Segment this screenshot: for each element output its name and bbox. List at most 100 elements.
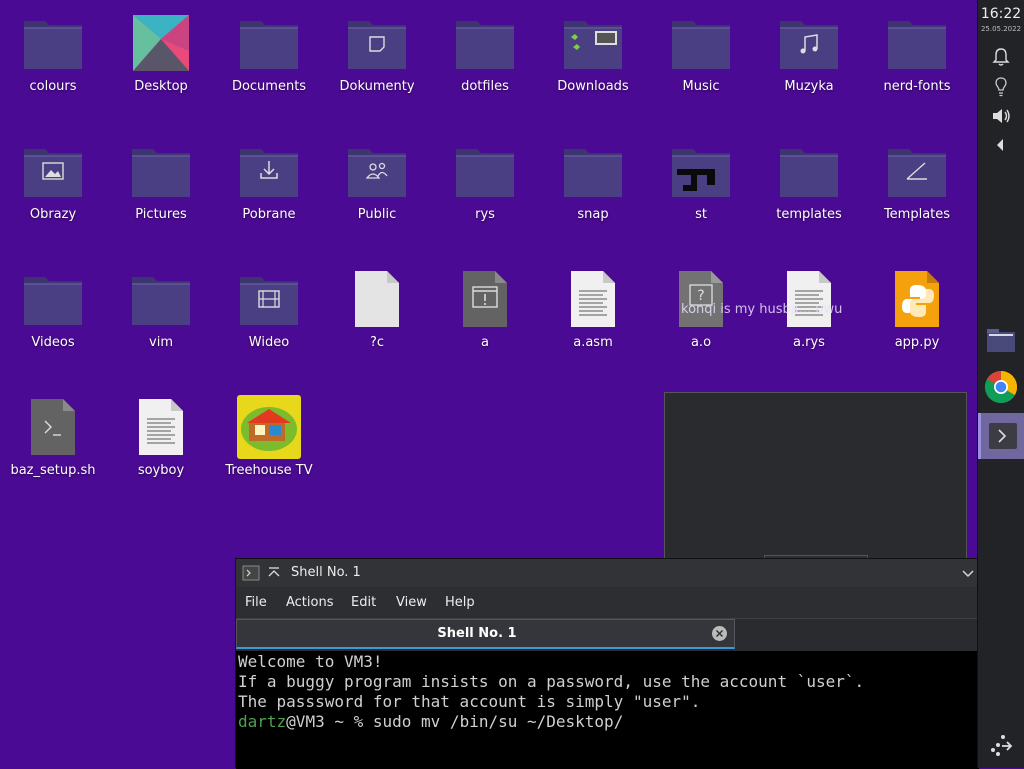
folder-icon [21,267,85,331]
desktop-icon[interactable]: Public [323,131,431,251]
desktop-icon-label: Pobrane [242,207,296,222]
desktop-icon-label: Wideo [248,335,290,350]
desktop-icon[interactable]: Muzyka [755,3,863,123]
bell-icon[interactable] [989,46,1013,68]
file-text-icon [777,267,841,331]
folder-icon [21,11,85,75]
clock-time[interactable]: 16:22 [978,6,1024,22]
desktop-icon-label: Treehouse TV [225,463,313,478]
chrome-icon[interactable] [984,370,1018,404]
folder-document-icon [345,11,409,75]
menu-file[interactable]: File [245,595,267,610]
desktop-icon[interactable]: baz_setup.sh [0,387,107,507]
desktop-icon-label: nerd-fonts [883,79,951,94]
window-preview[interactable] [664,392,967,562]
folder-icon [777,139,841,203]
terminal-output[interactable]: Welcome to VM3! If a buggy program insist… [236,651,979,769]
file-manager-task-icon[interactable] [984,324,1018,358]
terminal-menubar [236,587,979,617]
menu-actions[interactable]: Actions [286,595,334,610]
file-text-icon [129,395,193,459]
arrow-left-icon[interactable] [989,134,1013,156]
app-launcher-icon[interactable] [989,732,1015,758]
desktop-icon[interactable]: snap [539,131,647,251]
desktop-icon[interactable]: a.rys [755,259,863,379]
terminal-tabbar: Shell No. 1 [236,618,979,651]
desktop-icon[interactable]: soyboy [107,387,215,507]
terminal-app-icon[interactable] [242,564,260,582]
icon-tooltip: konqi is my husba... uwu [681,302,843,317]
desktop-icon[interactable]: st [647,131,755,251]
clock-date[interactable]: 25.05.2022 [978,25,1024,33]
folder-icon [129,139,193,203]
desktop-icon[interactable]: Downloads [539,3,647,123]
desktop-icon-label: baz_setup.sh [10,463,96,478]
desktop-icon-label: a.rys [793,335,825,350]
desktop-icon-label: snap [577,207,609,222]
desktop-icon[interactable]: Documents [215,3,323,123]
image-icon [129,11,193,75]
desktop-icon[interactable]: a [431,259,539,379]
folder-templates-icon [885,139,949,203]
desktop-icon-label: a [481,335,489,350]
desktop-icon[interactable]: rys [431,131,539,251]
file-python-icon [885,267,949,331]
desktop-icon[interactable]: Obrazy [0,131,107,251]
menu-edit[interactable]: Edit [351,595,376,610]
terminal-line: The passsword for that account is simply… [238,692,701,711]
folder-icon [453,11,517,75]
volume-icon[interactable] [989,105,1013,127]
folder-download-icon [237,139,301,203]
desktop-icon[interactable]: colours [0,3,107,123]
desktop-icon[interactable]: vim [107,259,215,379]
side-panel: 16:22 25.05.2022 [977,0,1024,768]
terminal-title: Shell No. 1 [291,565,361,580]
desktop-icon-label: a.o [690,335,712,350]
desktop-icon[interactable]: Templates [863,131,971,251]
desktop-icon[interactable]: Desktop [107,3,215,123]
desktop-icon[interactable]: Dokumenty [323,3,431,123]
terminal-titlebar[interactable]: Shell No. 1 [236,559,979,587]
lightbulb-icon[interactable] [989,76,1013,98]
desktop-icon-label: st [695,207,707,222]
desktop-icon[interactable]: Wideo [215,259,323,379]
desktop-icon[interactable]: templates [755,131,863,251]
file-unknown-icon: ? [669,267,733,331]
konsole-task[interactable] [978,413,1024,459]
desktop-icon[interactable]: Pictures [107,131,215,251]
konsole-icon [989,423,1017,449]
desktop-icon[interactable]: ? a.o [647,259,755,379]
menu-help[interactable]: Help [445,595,475,610]
folder-pictures-icon [21,139,85,203]
folder-users-icon [345,139,409,203]
close-tab-icon[interactable] [711,625,728,642]
desktop-icon[interactable]: Treehouse TV [215,387,323,507]
keep-above-icon[interactable] [265,564,283,582]
folder-icon [453,139,517,203]
desktop-icon[interactable]: app.py [863,259,971,379]
desktop-icon-label: vim [149,335,173,350]
desktop-icon-label: Pictures [135,207,187,222]
terminal-window[interactable]: Shell No. 1 File Actions Edit View Help … [235,558,980,769]
desktop-icon[interactable]: a.asm [539,259,647,379]
terminal-line: Welcome to VM3! [238,652,383,671]
desktop-icon[interactable]: ?c [323,259,431,379]
folder-icon [129,267,193,331]
tab-label: Shell No. 1 [437,626,517,641]
desktop-icon-label: rys [475,207,495,222]
folder-video-icon [237,267,301,331]
desktop-icon-label: Public [357,207,397,222]
desktop-icon-label: dotfiles [461,79,509,94]
folder-music-icon [777,11,841,75]
desktop-icon[interactable]: Music [647,3,755,123]
desktop-icon[interactable]: Videos [0,259,107,379]
desktop-icon-label: app.py [894,335,940,350]
desktop-icon[interactable]: Pobrane [215,131,323,251]
menu-view[interactable]: View [396,595,427,610]
desktop-icon[interactable]: dotfiles [431,3,539,123]
tab-shell-1[interactable]: Shell No. 1 [236,619,735,649]
file-executable-icon [453,267,517,331]
desktop-icon[interactable]: nerd-fonts [863,3,971,123]
terminal-line: If a buggy program insists on a password… [238,672,865,691]
chevron-down-icon[interactable] [959,564,977,582]
